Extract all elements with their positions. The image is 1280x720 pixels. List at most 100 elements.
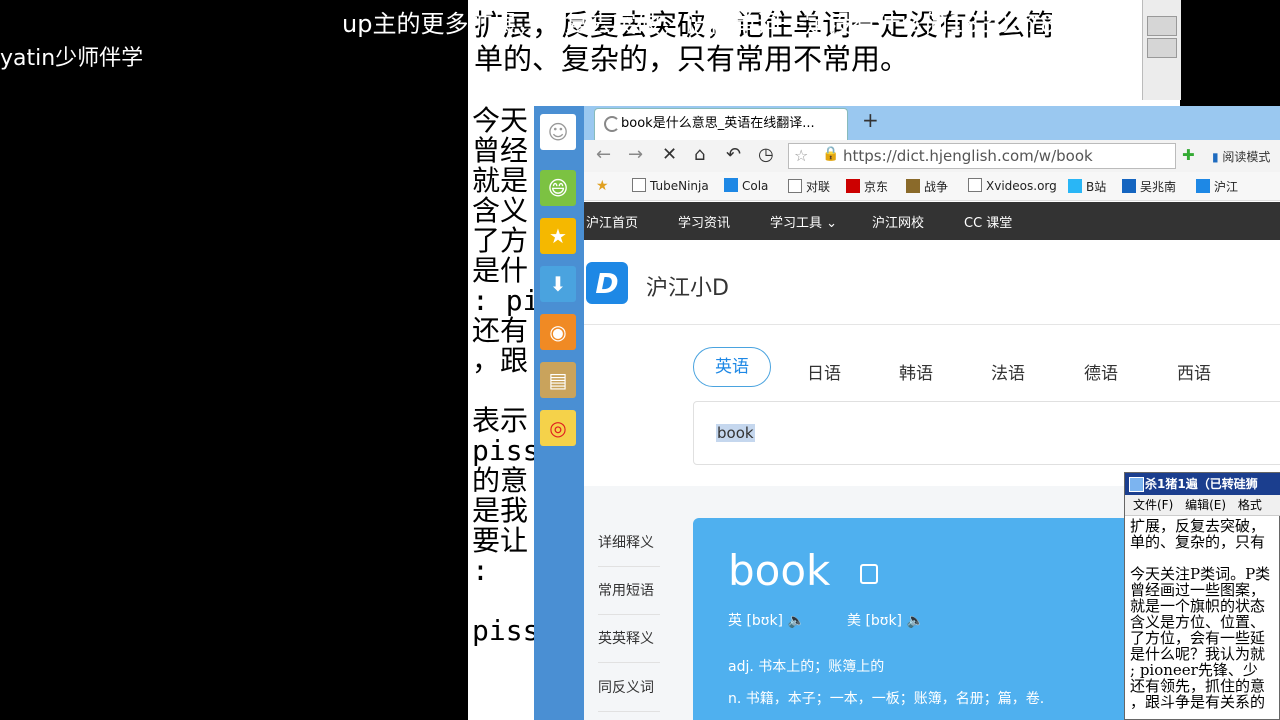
notepad-text-area[interactable]: 扩展，反复去突破， 单的、复杂的，只有 今天关注P类词。P类 曾经画过一些图案， 就是… xyxy=(1130,518,1280,710)
emoji-icon[interactable]: 😄 xyxy=(540,170,576,206)
bookmark-item[interactable]: 战争 xyxy=(906,178,948,195)
notes-icon[interactable]: ▤ xyxy=(540,362,576,398)
tab-active[interactable]: book是什么意思_英语在线翻译... xyxy=(594,108,848,140)
menu-item-format[interactable]: 格式 xyxy=(1238,498,1262,512)
scroll-thumb[interactable] xyxy=(1147,16,1177,36)
bookmark-label: 沪江 xyxy=(1214,180,1239,194)
bookmark-star-icon[interactable]: ☆ xyxy=(794,146,808,165)
brand-logo-icon[interactable]: D xyxy=(586,262,628,304)
bookmark-item[interactable]: 对联 xyxy=(788,178,830,195)
nav-link-tools[interactable]: 学习工具 ⌄ xyxy=(770,212,837,231)
bookmark-item[interactable]: TubeNinja xyxy=(632,178,709,193)
bookmark-label: B站 xyxy=(1086,180,1107,194)
bilibili-icon xyxy=(1068,179,1082,193)
language-tab[interactable]: 日语 xyxy=(807,359,841,384)
bookmark-item[interactable]: Cola xyxy=(724,178,768,193)
undo-icon[interactable]: ↶ xyxy=(726,144,741,165)
cola-icon xyxy=(724,178,738,192)
notepad-menu-bar: 文件(F) 编辑(E) 格式 xyxy=(1125,495,1280,516)
home-icon[interactable]: ⌂ xyxy=(694,144,705,165)
nav-link[interactable]: 沪江网校 xyxy=(872,212,924,231)
notepad-line: 了方位，会有一些延 xyxy=(1130,629,1266,647)
nav-link[interactable]: 学习资讯 xyxy=(678,212,730,231)
history-icon[interactable]: ◷ xyxy=(758,144,774,165)
bg-left-line xyxy=(472,586,534,616)
notepad-line: 扩展，反复去突破， xyxy=(1130,518,1266,535)
nav-link-label: 学习工具 xyxy=(770,216,823,231)
phonetic-us-label: 美 [bʊk] xyxy=(847,613,903,629)
notepad-line: 今天关注P类词。P类 xyxy=(1130,565,1271,583)
menu-item-file[interactable]: 文件(F) xyxy=(1133,498,1173,512)
streamer-name: yatin少师伴学 xyxy=(0,46,144,71)
page-icon xyxy=(788,179,802,193)
search-input[interactable] xyxy=(693,401,1280,465)
bg-left-line: 今天 xyxy=(472,106,529,137)
divider xyxy=(584,324,1280,325)
stop-icon[interactable]: ✕ xyxy=(662,144,677,165)
phonetic-uk: 英 [bʊk] 🔈 xyxy=(728,610,805,630)
notepad-title-bar[interactable]: 杀1猪1遍（已转硅狮 xyxy=(1125,473,1280,495)
bookmark-item[interactable]: Xvideos.org xyxy=(968,178,1057,193)
bookmarks-star-icon[interactable]: ★ xyxy=(596,178,609,194)
language-tab[interactable]: 法语 xyxy=(991,359,1025,384)
language-tab[interactable]: 西语 xyxy=(1177,359,1211,384)
smiley-icon[interactable]: ☺ xyxy=(540,114,576,150)
new-tab-button[interactable]: + xyxy=(862,108,879,132)
reader-mode-button[interactable]: ▮ 阅读模式 xyxy=(1212,148,1270,165)
side-menu-item[interactable]: 英英释义 xyxy=(598,628,660,663)
nav-link[interactable]: CC 课堂 xyxy=(964,212,1012,231)
bg-left-line: 还有 xyxy=(472,314,529,347)
reader-mode-label: 阅读模式 xyxy=(1222,150,1271,164)
bg-left-line: 曾经 xyxy=(472,134,529,167)
back-icon[interactable]: ← xyxy=(596,144,611,165)
bookmark-item[interactable]: 沪江 xyxy=(1196,178,1238,195)
forward-icon[interactable]: → xyxy=(628,144,643,165)
weibo-icon[interactable]: ◎ xyxy=(540,410,576,446)
background-notepad-scrollbar[interactable] xyxy=(1142,0,1181,100)
bg-left-line: 就是 xyxy=(472,164,529,197)
language-tab-english[interactable]: 英语 xyxy=(693,347,771,387)
rss-icon[interactable]: ◉ xyxy=(540,314,576,350)
speaker-icon[interactable]: 🔈 xyxy=(902,613,923,629)
language-tab[interactable]: 德语 xyxy=(1084,359,1118,384)
notepad-line: 还有领先，抓住的意 xyxy=(1130,677,1266,695)
hujiang-icon xyxy=(1196,179,1210,193)
definition-adj: adj. 书本上的；账簿上的 xyxy=(728,659,885,675)
language-tab[interactable]: 韩语 xyxy=(899,359,933,384)
bg-left-line: ，跟 xyxy=(472,344,529,377)
side-menu-item[interactable]: 同反义词 xyxy=(598,677,660,712)
search-input-value[interactable]: book xyxy=(716,424,755,442)
notepad-line: 是什么呢？我认为就 xyxy=(1130,645,1266,663)
speaker-icon[interactable]: 🔈 xyxy=(783,613,804,629)
book-icon: ▮ xyxy=(1212,150,1223,164)
notepad-icon xyxy=(1129,477,1144,492)
side-menu-item[interactable]: 详细释义 xyxy=(598,532,660,567)
nav-link[interactable]: 沪江首页 xyxy=(586,212,638,231)
bookmark-item[interactable]: 吴兆南 xyxy=(1122,178,1176,195)
bg-left-line: 的意 xyxy=(472,464,529,497)
jd-icon xyxy=(846,179,860,193)
menu-item-edit[interactable]: 编辑(E) xyxy=(1185,498,1226,512)
address-bar[interactable]: https://dict.hjenglish.com/w/book xyxy=(788,143,1176,169)
download-icon[interactable]: ⬇ xyxy=(540,266,576,302)
bg-left-line: 表示 xyxy=(472,404,529,437)
bg-top-line: 单的、复杂的，只有常用不常用。 xyxy=(474,42,910,76)
bookmark-label: 京东 xyxy=(864,180,889,194)
side-menu-item[interactable]: 常用短语 xyxy=(598,580,660,615)
brand-name: 沪江小D xyxy=(646,276,729,301)
bg-left-line: 含义 xyxy=(472,194,529,227)
notepad-line: 单的、复杂的，只有 xyxy=(1130,533,1266,551)
overlay-banner-text: up主的更多扩展，反复去突破，记住单词一定没有什么简 xyxy=(342,10,949,38)
bookmark-item[interactable]: 京东 xyxy=(846,178,888,195)
bookmark-label: 吴兆南 xyxy=(1140,180,1177,194)
scroll-thumb[interactable] xyxy=(1147,38,1177,58)
bookmark-item[interactable]: B站 xyxy=(1068,178,1106,195)
stream-overlay-banner: up主的更多扩展，反复去突破，记住单词一定没有什么简183037819 xyxy=(342,4,1086,39)
extension-icon[interactable]: ✚ xyxy=(1182,146,1195,164)
notepad-line: 曾经画过一些图案， xyxy=(1130,581,1266,599)
word-title: book xyxy=(728,546,831,595)
add-note-icon[interactable] xyxy=(860,564,878,584)
bg-left-line: 要让 xyxy=(472,524,529,557)
game-icon xyxy=(906,179,920,193)
star-icon[interactable]: ★ xyxy=(540,218,576,254)
